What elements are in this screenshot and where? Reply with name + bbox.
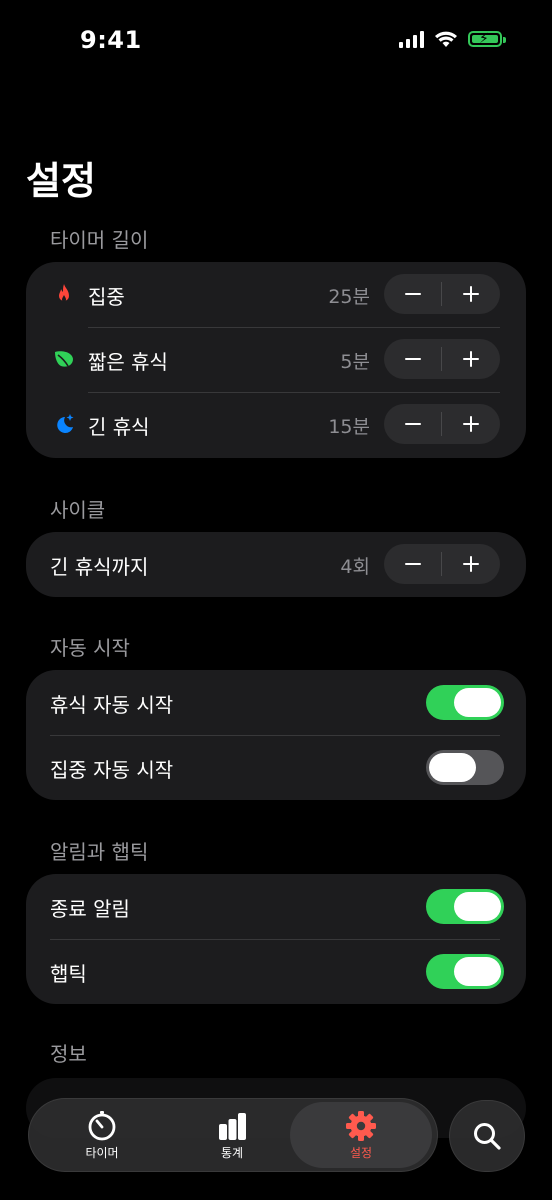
increment-button[interactable]: [442, 404, 500, 444]
tab-label: 타이머: [85, 1146, 119, 1160]
row-value: 15분: [328, 416, 370, 438]
row-label: 긴 휴식까지: [50, 555, 149, 579]
moon-stars-icon: [57, 414, 74, 433]
row-value: 25분: [328, 286, 370, 308]
cycle-stepper: [384, 544, 500, 584]
status-time: 9:41: [80, 26, 142, 54]
auto-start-break-toggle[interactable]: [426, 685, 504, 720]
row-end-alert: 종료 알림: [26, 874, 526, 939]
search-button[interactable]: [449, 1100, 525, 1172]
timer-length-card: 집중 25분 짧은 휴식 5분 긴 휴식 15분: [26, 262, 526, 458]
row-short-break-length: 짧은 휴식 5분: [26, 327, 526, 392]
auto-start-card: 휴식 자동 시작 집중 자동 시작: [26, 670, 526, 800]
tab-label: 통계: [220, 1146, 244, 1160]
increment-button[interactable]: [442, 274, 500, 314]
row-label: 종료 알림: [50, 897, 130, 921]
row-long-break-length: 긴 휴식 15분: [26, 392, 526, 457]
row-auto-start-break: 휴식 자동 시작: [26, 670, 526, 735]
end-alert-toggle[interactable]: [426, 889, 504, 924]
row-focus-length: 집중 25분: [26, 262, 526, 327]
status-icons: ⚡: [399, 30, 506, 48]
increment-button[interactable]: [442, 339, 500, 379]
increment-button[interactable]: [442, 544, 500, 584]
alerts-card: 종료 알림 햅틱: [26, 874, 526, 1004]
auto-start-focus-toggle[interactable]: [426, 750, 504, 785]
tab-settings[interactable]: 설정: [290, 1102, 432, 1168]
section-label-cycle: 사이클: [50, 498, 106, 522]
decrement-button[interactable]: [384, 274, 442, 314]
row-haptics: 햅틱: [26, 939, 526, 1004]
row-label: 휴식 자동 시작: [50, 693, 174, 717]
timer-icon: [88, 1111, 116, 1141]
row-cycles-until-long-break: 긴 휴식까지 4회: [26, 532, 526, 597]
chart-bar-icon: [219, 1113, 246, 1140]
row-label: 짧은 휴식: [88, 350, 168, 374]
section-label-info: 정보: [50, 1042, 87, 1066]
cycle-card: 긴 휴식까지 4회: [26, 532, 526, 597]
row-value: 5분: [340, 351, 370, 373]
tab-stats[interactable]: 통계: [164, 1098, 300, 1172]
row-label: 집중: [88, 285, 125, 309]
status-bar: 9:41 ⚡: [0, 0, 552, 84]
tab-timer[interactable]: 타이머: [34, 1098, 170, 1172]
tab-label: 설정: [349, 1146, 373, 1160]
row-label: 햅틱: [50, 962, 87, 986]
haptics-toggle[interactable]: [426, 954, 504, 989]
section-label-auto-start: 자동 시작: [50, 636, 130, 660]
short-break-stepper: [384, 339, 500, 379]
tab-bar: 타이머 통계 설정: [28, 1098, 438, 1172]
gear-icon: [346, 1111, 376, 1141]
row-value: 4회: [340, 556, 370, 578]
leaf-icon: [55, 351, 73, 367]
decrement-button[interactable]: [384, 339, 442, 379]
row-auto-start-focus: 집중 자동 시작: [26, 735, 526, 800]
focus-stepper: [384, 274, 500, 314]
section-label-timer-length: 타이머 길이: [50, 228, 149, 252]
wifi-icon: [435, 31, 457, 47]
section-label-alerts: 알림과 햅틱: [50, 840, 149, 864]
page-title: 설정: [26, 159, 96, 203]
decrement-button[interactable]: [384, 544, 442, 584]
long-break-stepper: [384, 404, 500, 444]
cellular-signal-icon: [399, 30, 424, 48]
row-label: 집중 자동 시작: [50, 758, 174, 782]
search-icon: [474, 1123, 501, 1150]
battery-charging-icon: ⚡: [468, 31, 506, 47]
row-label: 긴 휴식: [88, 415, 150, 439]
decrement-button[interactable]: [384, 404, 442, 444]
flame-icon: [59, 284, 69, 302]
